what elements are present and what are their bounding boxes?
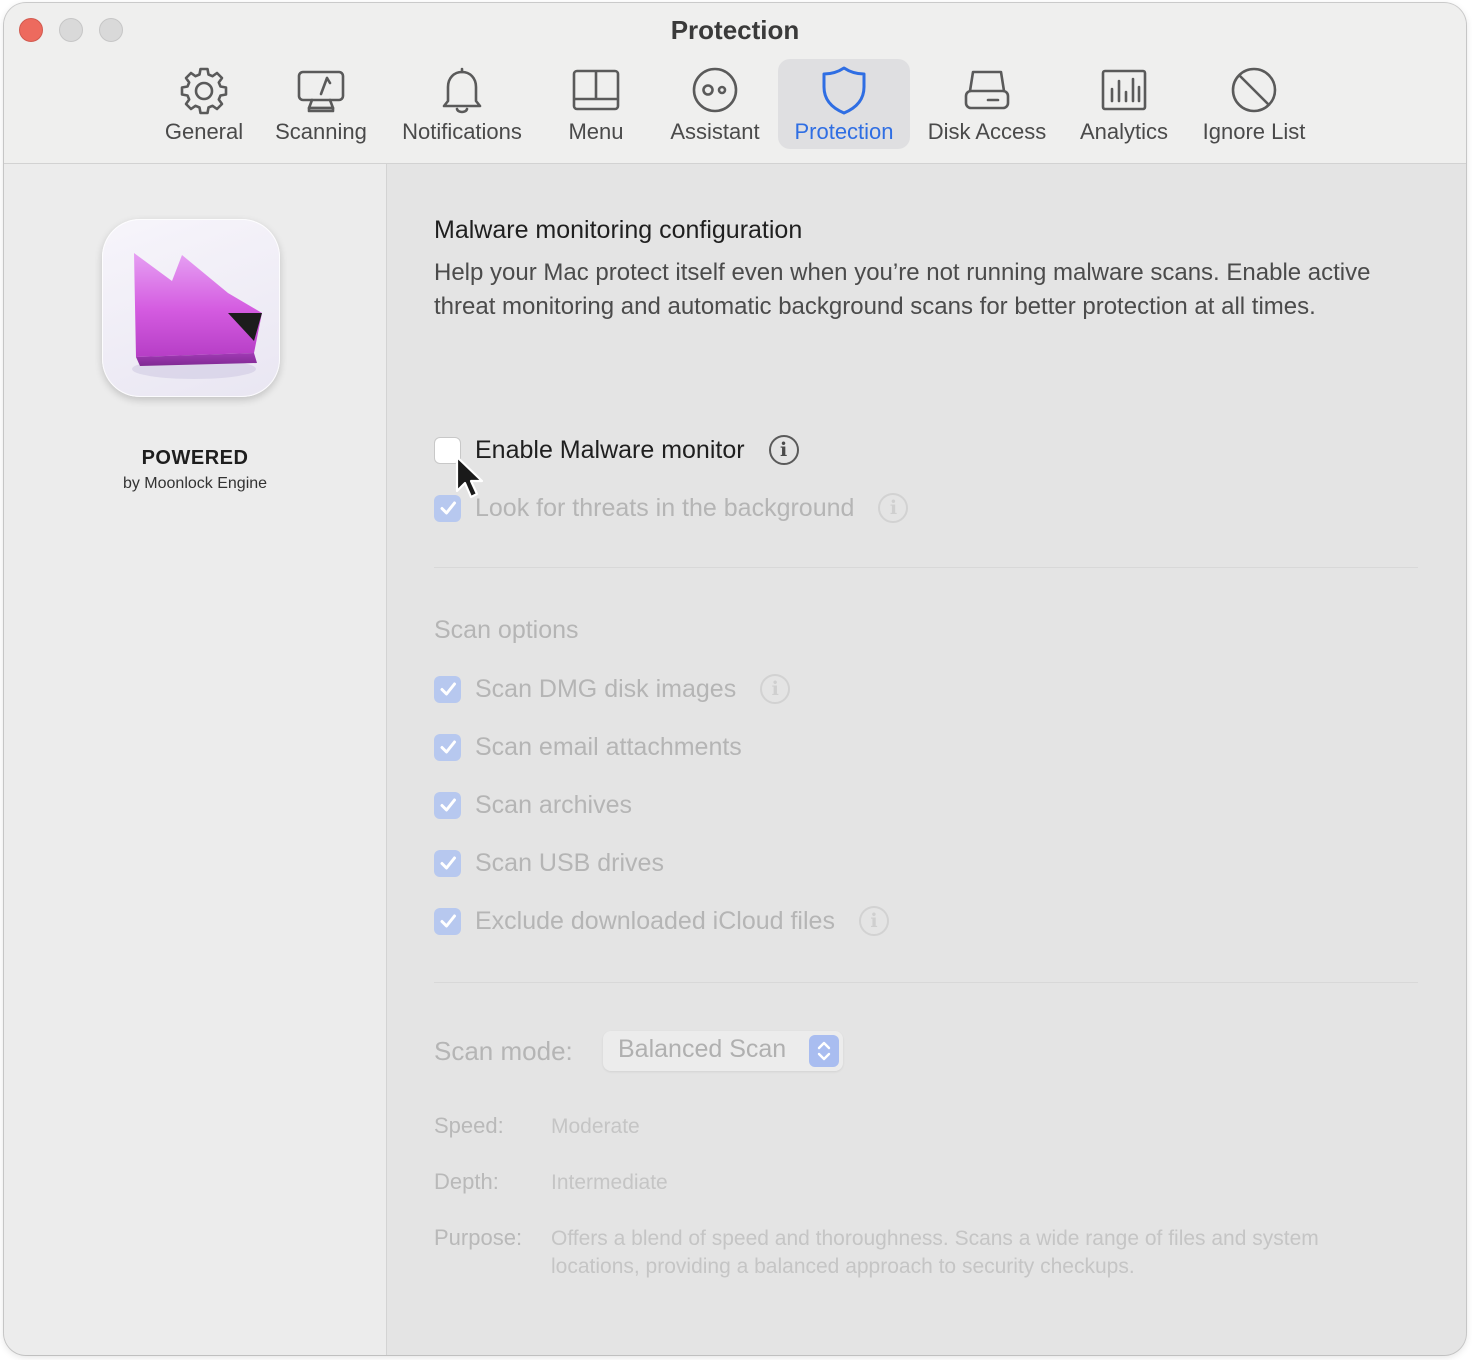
tab-analytics[interactable]: Analytics bbox=[1074, 59, 1174, 149]
preferences-window: Protection General Scanning Notification… bbox=[4, 3, 1466, 1355]
tab-protection[interactable]: Protection bbox=[778, 59, 910, 149]
scan-mode-select[interactable]: Balanced Scan bbox=[603, 1031, 843, 1071]
tab-label: Menu bbox=[568, 119, 624, 144]
protection-panel: Malware monitoring configuration Help yo… bbox=[387, 164, 1466, 1355]
checkmark-icon bbox=[440, 856, 456, 870]
tab-label: Protection bbox=[794, 119, 894, 144]
info-icon[interactable]: i bbox=[768, 435, 799, 465]
bell-icon bbox=[442, 67, 482, 114]
enable-malware-monitor-row: Enable Malware monitor i bbox=[434, 433, 799, 467]
scan-mode-value: Balanced Scan bbox=[618, 1035, 787, 1063]
info-icon[interactable]: i bbox=[858, 906, 889, 936]
scan-email-row: Scan email attachments bbox=[434, 730, 742, 764]
menu-window-icon bbox=[572, 69, 620, 111]
checkbox-label: Enable Malware monitor bbox=[475, 435, 745, 464]
section-title: Malware monitoring configuration bbox=[434, 216, 803, 244]
assistant-face-icon bbox=[692, 67, 738, 113]
scan-dmg-checkbox[interactable] bbox=[434, 675, 461, 703]
checkbox-label: Scan DMG disk images bbox=[475, 674, 737, 703]
tab-label: Assistant bbox=[670, 119, 760, 144]
tab-ignore-list[interactable]: Ignore List bbox=[1194, 59, 1314, 149]
tab-label: Disk Access bbox=[927, 119, 1047, 144]
exclude-icloud-checkbox[interactable] bbox=[434, 907, 461, 935]
scan-mode-label: Scan mode: bbox=[434, 1036, 573, 1066]
checkbox-label: Scan email attachments bbox=[475, 732, 742, 761]
divider bbox=[434, 982, 1418, 983]
scan-archives-checkbox[interactable] bbox=[434, 791, 461, 819]
checkbox-label: Scan archives bbox=[475, 790, 633, 819]
tab-general[interactable]: General bbox=[156, 59, 252, 149]
purpose-label: Purpose: bbox=[434, 1225, 523, 1250]
window-title: Protection bbox=[670, 15, 800, 45]
shield-icon bbox=[822, 66, 866, 115]
chevron-up-down-icon bbox=[809, 1035, 839, 1067]
checkmark-icon bbox=[440, 682, 456, 696]
info-icon[interactable]: i bbox=[878, 493, 909, 523]
scan-options-heading: Scan options bbox=[434, 616, 579, 644]
bar-chart-icon bbox=[1101, 69, 1147, 111]
disk-drive-icon bbox=[964, 70, 1010, 110]
divider bbox=[434, 567, 1418, 568]
sidebar: POWERED by Moonlock Engine bbox=[4, 164, 387, 1355]
tab-label: Analytics bbox=[1079, 119, 1169, 144]
tab-assistant[interactable]: Assistant bbox=[660, 59, 770, 149]
exclude-icloud-row: Exclude downloaded iCloud files i bbox=[434, 904, 889, 938]
tab-label: General bbox=[164, 119, 244, 144]
mouse-pointer-icon bbox=[455, 455, 484, 499]
depth-value: Intermediate bbox=[551, 1171, 668, 1194]
scanning-display-icon bbox=[297, 70, 345, 113]
checkmark-icon bbox=[440, 798, 456, 812]
scan-archives-row: Scan archives bbox=[434, 788, 632, 822]
info-icon[interactable]: i bbox=[760, 674, 791, 704]
checkmark-icon bbox=[440, 914, 456, 928]
prohibited-icon bbox=[1231, 67, 1277, 113]
scan-usb-checkbox[interactable] bbox=[434, 849, 461, 877]
toolbar: Protection General Scanning Notification… bbox=[4, 3, 1466, 164]
moonlock-app-icon bbox=[102, 219, 280, 397]
tab-label: Scanning bbox=[275, 119, 367, 144]
scan-email-checkbox[interactable] bbox=[434, 733, 461, 761]
depth-label: Depth: bbox=[434, 1169, 499, 1194]
tab-label: Ignore List bbox=[1202, 119, 1306, 144]
tab-label: Notifications bbox=[402, 119, 522, 144]
checkmark-icon bbox=[440, 740, 456, 754]
checkbox-label: Exclude downloaded iCloud files bbox=[475, 906, 835, 935]
tab-notifications[interactable]: Notifications bbox=[392, 59, 532, 149]
powered-label: POWERED bbox=[141, 447, 249, 469]
gear-icon bbox=[180, 67, 228, 115]
speed-label: Speed: bbox=[434, 1113, 504, 1138]
tab-scanning[interactable]: Scanning bbox=[270, 59, 372, 149]
background-threats-row: Look for threats in the background i bbox=[434, 491, 909, 525]
checkbox-label: Scan USB drives bbox=[475, 848, 664, 877]
checkbox-label: Look for threats in the background bbox=[475, 493, 855, 522]
checkmark-icon bbox=[440, 501, 456, 515]
section-description: Help your Mac protect itself even when y… bbox=[434, 259, 1371, 320]
engine-byline: by Moonlock Engine bbox=[122, 475, 268, 492]
scan-usb-row: Scan USB drives bbox=[434, 846, 664, 880]
tab-menu[interactable]: Menu bbox=[556, 59, 636, 149]
purpose-value: Offers a blend of speed and thoroughness… bbox=[551, 1227, 1319, 1278]
scan-dmg-row: Scan DMG disk images i bbox=[434, 672, 791, 706]
speed-value: Moderate bbox=[551, 1115, 640, 1138]
tab-disk-access[interactable]: Disk Access bbox=[920, 59, 1054, 149]
